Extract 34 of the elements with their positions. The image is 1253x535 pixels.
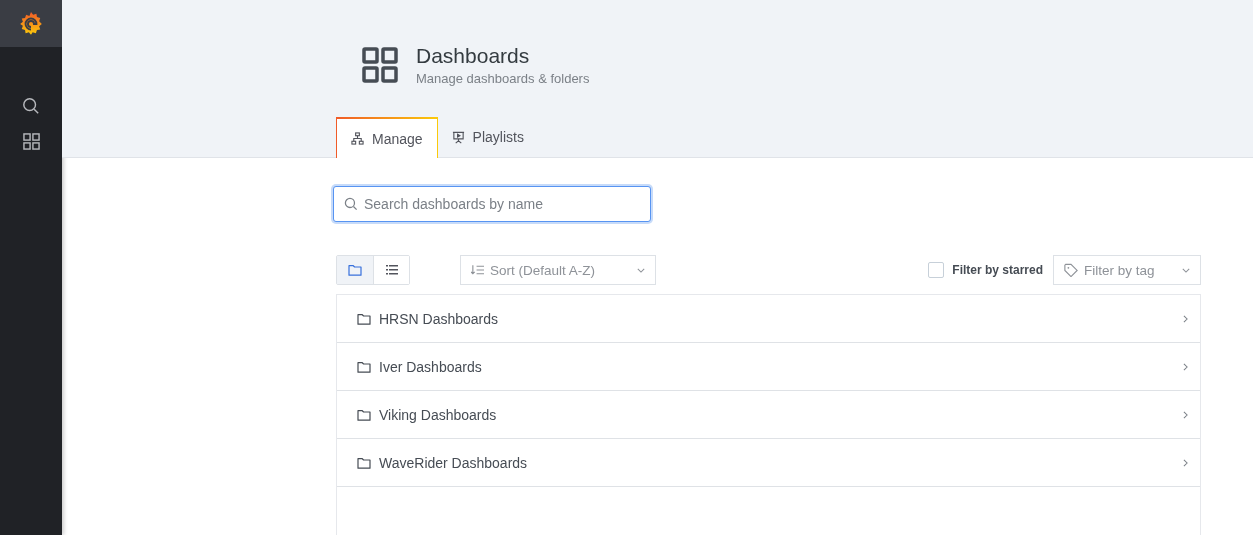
search-icon[interactable]	[22, 97, 40, 115]
page-title: Dashboards	[416, 44, 531, 68]
list-icon	[385, 265, 398, 275]
chevron-right-icon	[1183, 362, 1188, 371]
folder-row[interactable]: HRSN Dashboards	[337, 295, 1200, 343]
folder-icon	[357, 312, 371, 325]
search-icon	[344, 197, 358, 211]
folder-icon	[357, 360, 371, 373]
tab[interactable]: Manage	[336, 117, 438, 158]
tab[interactable]: Playlists	[437, 117, 538, 157]
folder-icon	[357, 456, 371, 469]
folder-icon	[357, 408, 371, 421]
presentation-icon	[451, 130, 465, 144]
page-subtitle: Manage dashboards & folders	[416, 71, 590, 86]
folder-row[interactable]: WaveRider Dashboards	[337, 439, 1200, 487]
grid-icon[interactable]	[22, 133, 40, 150]
checkbox-label: Filter by starred	[952, 263, 1043, 277]
grid-icon	[362, 47, 398, 83]
checkbox[interactable]	[928, 262, 945, 278]
search-field[interactable]: Search dashboards by name	[333, 186, 651, 222]
folder-row[interactable]: Iver Dashboards	[337, 343, 1200, 391]
view-toggle-button[interactable]	[337, 256, 373, 284]
chevron-down-icon	[1182, 267, 1190, 273]
chevron-down-icon	[637, 267, 645, 273]
tag-icon	[1064, 263, 1078, 277]
folder-row[interactable]: Viking Dashboards	[337, 391, 1200, 439]
chevron-right-icon	[1183, 458, 1188, 467]
chevron-right-icon	[1183, 410, 1188, 419]
folder-icon	[348, 264, 362, 276]
sitemap-icon	[351, 132, 364, 145]
view-toggle-button[interactable]	[373, 256, 409, 284]
sort-icon	[471, 265, 484, 275]
logo-icon[interactable]	[18, 10, 44, 37]
chevron-right-icon	[1183, 314, 1188, 323]
